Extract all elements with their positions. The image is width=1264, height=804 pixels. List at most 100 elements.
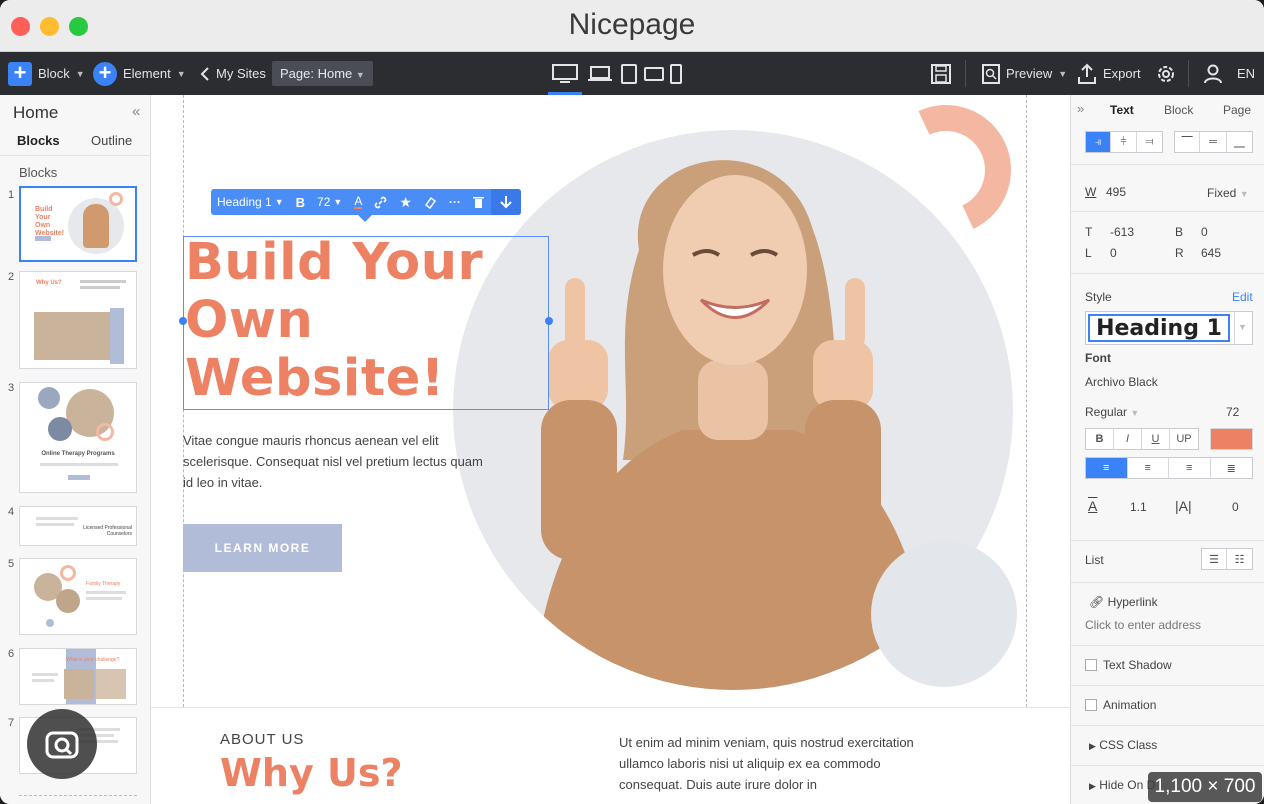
learn-more-button[interactable]: LEARN MORE — [183, 524, 342, 572]
edit-style-link[interactable]: Edit — [1232, 290, 1253, 304]
style-dropdown[interactable]: Heading 1 ▼ — [211, 195, 290, 209]
numbered-list-button[interactable]: ☷ — [1227, 549, 1252, 569]
delete-button[interactable] — [467, 196, 490, 209]
align-center-button[interactable]: ⫩ — [1111, 132, 1137, 152]
thumbnail-number: 2 — [8, 271, 15, 283]
export-button[interactable]: Export — [1077, 52, 1141, 95]
page-selector[interactable]: Page: Home ▼ — [272, 52, 373, 95]
align-right-button[interactable]: ⫤ — [1137, 132, 1162, 152]
thumbnail-circle — [38, 387, 60, 409]
uppercase-toggle[interactable]: UP — [1170, 429, 1198, 449]
tab-text[interactable]: Text — [1110, 103, 1134, 117]
tab-block[interactable]: Block — [1164, 103, 1193, 117]
decor-circle-shape[interactable] — [871, 541, 1017, 687]
app-window: Nicepage + Block ▼ + Element ▼ My Sites … — [0, 0, 1264, 804]
text-color-button[interactable]: A — [348, 195, 368, 209]
link-button[interactable] — [368, 196, 393, 209]
line-height-value[interactable]: 1.1 — [1130, 500, 1147, 514]
text-align-center-button[interactable]: ≡ — [1128, 458, 1169, 478]
css-class-section[interactable]: ▶ CSS Class — [1089, 738, 1157, 752]
about-heading[interactable]: Why Us? — [220, 751, 403, 795]
hero-paragraph[interactable]: Vitae congue mauris rhoncus aenean vel e… — [183, 430, 493, 493]
right-value[interactable]: 645 — [1201, 246, 1221, 260]
thumbnail-dot — [46, 619, 54, 627]
chevron-down-icon: ▼ — [1058, 68, 1068, 79]
text-align-right-button[interactable]: ≡ — [1169, 458, 1211, 478]
hide-on-section[interactable]: ▶ Hide On D — [1089, 778, 1155, 792]
underline-toggle[interactable]: U — [1142, 429, 1170, 449]
tab-blocks[interactable]: Blocks — [17, 133, 60, 148]
letter-spacing-icon: |A| — [1175, 498, 1192, 514]
italic-toggle[interactable]: I — [1114, 429, 1142, 449]
text-shadow-checkbox[interactable] — [1085, 659, 1097, 671]
block-thumbnail[interactable]: Online Therapy Programs — [19, 382, 137, 493]
font-size-value[interactable]: 72 — [1226, 405, 1239, 419]
bold-toggle[interactable]: B — [1086, 429, 1114, 449]
line-height-icon: A — [1088, 498, 1098, 514]
align-bottom-button[interactable]: ⎽ — [1227, 132, 1252, 152]
save-button[interactable] — [931, 52, 951, 95]
thumbnail-text-line — [80, 286, 120, 289]
tab-page[interactable]: Page — [1223, 103, 1251, 117]
block-thumbnail[interactable]: Why Us? — [19, 271, 137, 369]
font-weight-dropdown[interactable]: Regular ▼ — [1085, 405, 1139, 419]
phone-view-button[interactable] — [669, 52, 683, 95]
editor-canvas[interactable]: Build Your Own Website! Vitae congue mau… — [151, 95, 1070, 804]
block-thumbnail[interactable]: Family Therapy — [19, 558, 137, 635]
animation-checkbox[interactable] — [1085, 699, 1097, 711]
about-label[interactable]: ABOUT US — [220, 731, 304, 748]
collapse-panel-icon[interactable]: « — [132, 103, 140, 120]
thumbnail-text-line — [86, 591, 126, 594]
desktop-view-button[interactable] — [552, 52, 578, 95]
page-selector-label: Page: Home — [280, 66, 353, 81]
account-button[interactable] — [1203, 52, 1223, 95]
align-left-button[interactable]: ⫣ — [1086, 132, 1112, 152]
text-align-left-button[interactable]: ≡ — [1086, 458, 1128, 478]
font-size-dropdown[interactable]: 72 ▼ — [311, 195, 348, 209]
add-block-placeholder[interactable] — [19, 795, 137, 796]
hyperlink-section[interactable]: 🔗︎ Hyperlink — [1089, 595, 1158, 609]
block-thumbnail[interactable]: What is your challenge? — [19, 648, 137, 705]
hyperlink-input[interactable]: Click to enter address — [1085, 618, 1201, 632]
font-label: Font — [1085, 351, 1111, 365]
add-block-button[interactable]: + Block ▼ — [8, 52, 85, 95]
hero-heading[interactable]: Build Your Own Website! — [185, 234, 545, 408]
align-middle-button[interactable]: ═ — [1200, 132, 1227, 152]
chevron-down-icon: ▼ — [1130, 408, 1140, 418]
favorite-button[interactable]: ★ — [393, 194, 418, 211]
laptop-view-button[interactable] — [588, 52, 612, 95]
move-down-button[interactable] — [491, 189, 521, 215]
hide-on-label: Hide On D — [1099, 778, 1156, 792]
about-paragraph[interactable]: Ut enim ad minim veniam, quis nostrud ex… — [619, 732, 919, 795]
language-button[interactable]: EN — [1237, 52, 1255, 95]
block-thumbnail[interactable]: Licensed Professional Counselors — [19, 506, 137, 546]
tablet-icon — [621, 63, 637, 84]
bold-button[interactable]: B — [290, 195, 311, 210]
settings-button[interactable] — [1155, 52, 1177, 95]
width-mode-dropdown[interactable]: Fixed ▼ — [1207, 186, 1249, 200]
panel-title: Home — [13, 103, 59, 122]
bullet-list-button[interactable]: ☰ — [1202, 549, 1228, 569]
text-justify-button[interactable]: ≣ — [1211, 458, 1252, 478]
expand-panel-icon[interactable]: » — [1077, 101, 1084, 116]
add-element-button[interactable]: + Element ▼ — [93, 52, 186, 95]
my-sites-link[interactable]: My Sites — [200, 52, 266, 95]
lens-button[interactable] — [27, 709, 97, 779]
tablet-landscape-view-button[interactable] — [644, 52, 664, 95]
tab-outline[interactable]: Outline — [91, 133, 132, 148]
tablet-view-button[interactable] — [621, 52, 637, 95]
bottom-value[interactable]: 0 — [1201, 225, 1208, 239]
block-thumbnail[interactable]: Build Your Own Website! — [19, 186, 137, 262]
left-value[interactable]: 0 — [1110, 246, 1117, 260]
text-color-swatch[interactable] — [1210, 428, 1253, 450]
style-select[interactable]: Heading 1 ▼ — [1085, 311, 1253, 345]
resize-handle-right[interactable] — [545, 317, 553, 325]
align-top-button[interactable]: ⎺ — [1175, 132, 1201, 152]
width-value[interactable]: 495 — [1106, 185, 1126, 199]
clear-format-button[interactable] — [418, 196, 443, 209]
top-value[interactable]: -613 — [1110, 225, 1134, 239]
font-family-select[interactable]: Archivo Black — [1085, 375, 1158, 389]
more-options-button[interactable]: ··· — [443, 195, 467, 209]
preview-button[interactable]: Preview ▼ — [982, 52, 1067, 95]
letter-spacing-value[interactable]: 0 — [1232, 500, 1239, 514]
